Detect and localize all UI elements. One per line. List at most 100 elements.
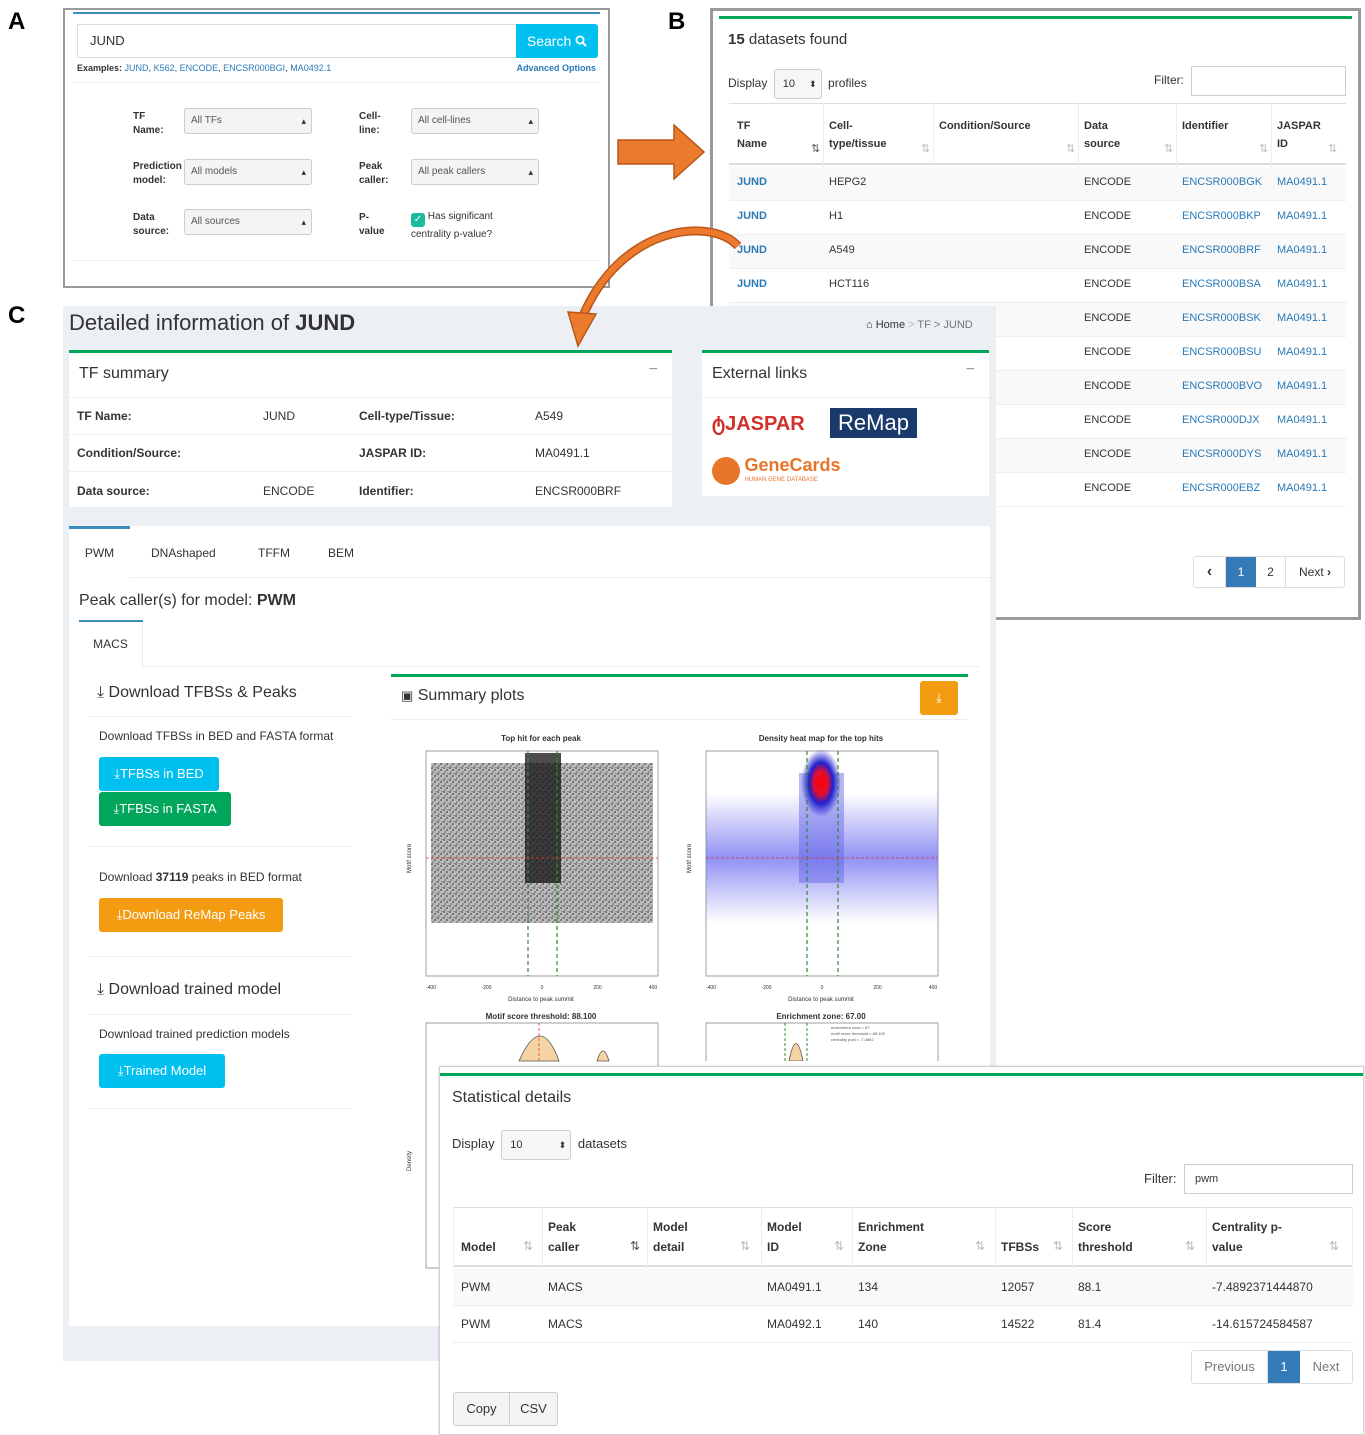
table-cell[interactable]: MA0491.1 xyxy=(1277,312,1327,324)
table-cell[interactable]: MA0491.1 xyxy=(1277,448,1327,460)
table-cell[interactable]: MA0491.1 xyxy=(1277,210,1327,222)
select-arrows-icon: ▴ xyxy=(301,167,306,177)
breadcrumb-home[interactable]: Home xyxy=(876,319,905,331)
example-link[interactable]: ENCODE xyxy=(180,63,219,73)
collapse-icon[interactable]: − xyxy=(649,361,658,379)
jaspar-logo[interactable]: ტJASPAR xyxy=(712,411,805,436)
table-cell[interactable]: MA0491.1 xyxy=(1277,244,1327,256)
table-cell[interactable]: ENCSR000BRF xyxy=(1182,244,1261,256)
sort-icon[interactable]: ⇅ xyxy=(523,1239,533,1253)
column-header[interactable]: Enrichment Zone xyxy=(858,1217,993,1257)
table-cell: HEPG2 xyxy=(829,176,867,188)
csv-button[interactable]: CSV xyxy=(510,1393,557,1425)
table-cell[interactable]: JUND xyxy=(737,176,767,188)
example-link[interactable]: ENCSR000BGI xyxy=(223,63,285,73)
sort-icon[interactable]: ⇅ xyxy=(1328,142,1337,155)
sort-icon[interactable]: ⇅ xyxy=(630,1239,640,1253)
previous-button[interactable]: Previous xyxy=(1192,1351,1268,1383)
next-button[interactable]: Next › xyxy=(1286,557,1344,587)
data-source-select[interactable]: All sources ▴ xyxy=(184,209,312,235)
table-cell[interactable]: ENCSR000BGK xyxy=(1182,176,1262,188)
subtab-macs[interactable]: MACS xyxy=(79,622,143,667)
sort-icon[interactable]: ⇅ xyxy=(975,1239,985,1253)
search-input[interactable]: JUND xyxy=(77,24,517,58)
table-cell[interactable]: ENCSR000BSA xyxy=(1182,278,1261,290)
sort-icon[interactable]: ⇅ xyxy=(740,1239,750,1253)
peak-caller-heading: Peak caller(s) for model: PWM xyxy=(79,592,296,610)
table-cell[interactable]: MA0491.1 xyxy=(1277,380,1327,392)
genecards-logo[interactable]: GeneCards HUMAN GENE DATABASE xyxy=(712,456,841,486)
title-tf: JUND xyxy=(295,310,356,335)
sort-icon[interactable]: ⇅ xyxy=(921,142,930,155)
example-link[interactable]: K562 xyxy=(154,63,175,73)
table-cell[interactable]: ENCSR000BSK xyxy=(1182,312,1261,324)
copy-button[interactable]: Copy xyxy=(454,1393,510,1425)
search-button[interactable]: Search xyxy=(516,24,598,58)
page-1-button[interactable]: 1 xyxy=(1226,557,1256,587)
select-arrows-icon: ▴ xyxy=(301,116,306,126)
tab-pwm[interactable]: PWM xyxy=(69,526,130,578)
cell-line-select[interactable]: All cell-lines ▴ xyxy=(411,108,539,134)
header-line: Data xyxy=(1084,120,1108,132)
button-label: TFBSs in BED xyxy=(119,766,204,781)
tab-bem[interactable]: BEM xyxy=(328,529,354,577)
download-remap-peaks-button[interactable]: ⤓Download ReMap Peaks xyxy=(99,898,283,932)
display-label: Display xyxy=(452,1136,495,1151)
tfbs-bed-button[interactable]: ⤓TFBSs in BED xyxy=(99,757,219,791)
table-cell[interactable]: MA0491.1 xyxy=(1277,414,1327,426)
sort-icon[interactable]: ⇅ xyxy=(1164,142,1173,155)
display-select[interactable]: 10 ⬍ xyxy=(501,1129,572,1160)
home-icon: ⌂ xyxy=(866,319,873,331)
select-value: All models xyxy=(191,166,238,177)
sort-icon[interactable]: ⇅ xyxy=(1329,1239,1339,1253)
advanced-options-link[interactable]: Advanced Options xyxy=(516,63,596,73)
collapse-icon[interactable]: − xyxy=(966,361,975,379)
chevron-left-icon[interactable]: ‹ xyxy=(1194,557,1226,587)
sort-icon[interactable]: ⇅ xyxy=(1053,1239,1063,1253)
tab-tffm[interactable]: TFFM xyxy=(258,529,290,577)
sort-icon[interactable]: ⇅ xyxy=(1185,1239,1195,1253)
peak-caller-select[interactable]: All peak callers ▴ xyxy=(411,159,539,185)
page-1-button[interactable]: 1 xyxy=(1268,1351,1300,1383)
pvalue-checkbox-group[interactable]: ✓ Has significant centrality p-value? xyxy=(411,209,493,242)
table-cell[interactable]: MA0491.1 xyxy=(1277,278,1327,290)
table-cell[interactable]: MA0491.1 xyxy=(1277,176,1327,188)
table-cell[interactable]: ENCSR000BVO xyxy=(1182,380,1262,392)
table-cell[interactable]: MA0491.1 xyxy=(1277,346,1327,358)
table-cell[interactable]: ENCSR000BKP xyxy=(1182,210,1261,222)
text-part: Download xyxy=(99,870,153,884)
table-cell[interactable]: JUND xyxy=(737,210,767,222)
column-header[interactable]: Condition/Source xyxy=(939,117,1084,135)
remap-logo[interactable]: ReMap xyxy=(830,408,917,438)
example-link[interactable]: MA0492.1 xyxy=(290,63,331,73)
column-header[interactable]: Identifier xyxy=(1182,117,1277,135)
sort-icon[interactable]: ⇅ xyxy=(811,142,820,155)
tab-dnashaped[interactable]: DNAshaped xyxy=(151,529,216,577)
header-line: value xyxy=(1212,1240,1243,1254)
download-plots-button[interactable]: ⤓ xyxy=(920,681,958,715)
table-cell[interactable]: ENCSR000DJX xyxy=(1182,414,1260,426)
page-2-button[interactable]: 2 xyxy=(1256,557,1286,587)
table-cell: ENCODE xyxy=(1084,312,1132,324)
sort-icon[interactable]: ⇅ xyxy=(1259,142,1268,155)
column-header[interactable]: Centrality p-value xyxy=(1212,1217,1347,1257)
header-line: Identifier xyxy=(1182,120,1229,132)
display-select[interactable]: 10 ⬍ xyxy=(773,68,822,99)
sort-icon[interactable]: ⇅ xyxy=(834,1239,844,1253)
sort-icon[interactable]: ⇅ xyxy=(1066,142,1075,155)
table-cell[interactable]: MA0491.1 xyxy=(1277,482,1327,494)
table-cell[interactable]: ENCSR000DYS xyxy=(1182,448,1261,460)
tf-name-select[interactable]: All TFs ▴ xyxy=(184,108,312,134)
next-button[interactable]: Next xyxy=(1300,1351,1352,1383)
identifier-value: ENCSR000BRF xyxy=(535,484,622,498)
table-cell[interactable]: ENCSR000EBZ xyxy=(1182,482,1260,494)
checkbox-checked-icon[interactable]: ✓ xyxy=(411,213,425,227)
prediction-model-select[interactable]: All models ▴ xyxy=(184,159,312,185)
trained-model-button[interactable]: ⤓Trained Model xyxy=(99,1054,225,1088)
filter-input[interactable] xyxy=(1191,66,1346,96)
example-link[interactable]: JUND xyxy=(125,63,149,73)
table-cell[interactable]: ENCSR000BSU xyxy=(1182,346,1261,358)
filter-input[interactable]: pwm xyxy=(1184,1164,1353,1194)
tfbs-fasta-button[interactable]: ⤓TFBSs in FASTA xyxy=(99,792,231,826)
pagination: ‹ 1 2 Next › xyxy=(1193,556,1345,588)
